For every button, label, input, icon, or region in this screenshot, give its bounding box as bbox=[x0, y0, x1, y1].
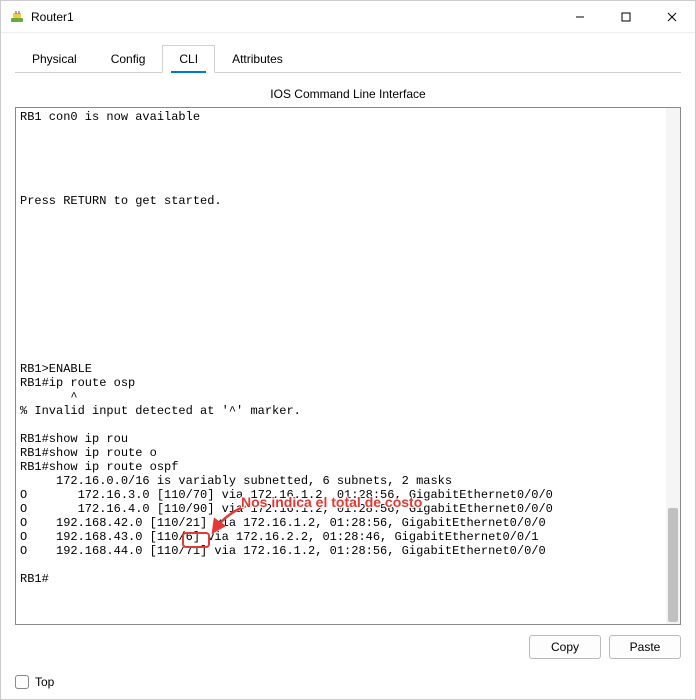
terminal-scrollbar[interactable] bbox=[666, 108, 680, 624]
top-checkbox-label: Top bbox=[35, 675, 54, 689]
tab-attributes[interactable]: Attributes bbox=[215, 45, 300, 73]
router-icon bbox=[9, 9, 25, 25]
app-window: Router1 Physical Config CLI Attributes I… bbox=[0, 0, 696, 700]
close-button[interactable] bbox=[649, 1, 695, 32]
tab-cli[interactable]: CLI bbox=[162, 45, 215, 73]
titlebar: Router1 bbox=[1, 1, 695, 33]
cli-panel: IOS Command Line Interface RB1 con0 is n… bbox=[1, 73, 695, 669]
window-controls bbox=[557, 1, 695, 32]
terminal-container: RB1 con0 is now available Press RETURN t… bbox=[15, 107, 681, 625]
paste-button[interactable]: Paste bbox=[609, 635, 681, 659]
cli-header: IOS Command Line Interface bbox=[15, 81, 681, 107]
top-checkbox[interactable] bbox=[15, 675, 29, 689]
terminal-output[interactable]: RB1 con0 is now available Press RETURN t… bbox=[16, 108, 680, 624]
copy-button[interactable]: Copy bbox=[529, 635, 601, 659]
bottom-bar: Top bbox=[1, 669, 695, 699]
tab-config[interactable]: Config bbox=[94, 45, 163, 73]
button-row: Copy Paste bbox=[15, 625, 681, 659]
scroll-thumb[interactable] bbox=[668, 508, 678, 622]
maximize-button[interactable] bbox=[603, 1, 649, 32]
tabs-bar: Physical Config CLI Attributes bbox=[1, 33, 695, 73]
minimize-button[interactable] bbox=[557, 1, 603, 32]
window-title: Router1 bbox=[31, 10, 557, 24]
tab-physical[interactable]: Physical bbox=[15, 45, 94, 73]
